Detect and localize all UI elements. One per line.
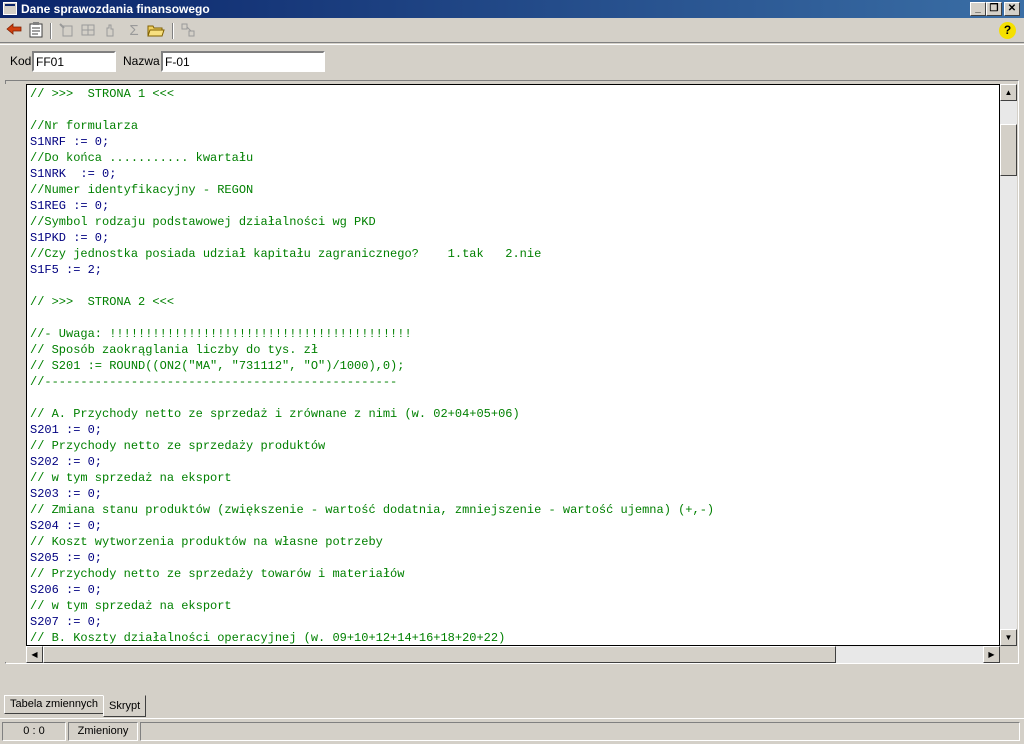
- code-line[interactable]: // >>> STRONA 2 <<<: [30, 294, 174, 310]
- code-line[interactable]: //- Uwaga: !!!!!!!!!!!!!!!!!!!!!!!!!!!!!…: [30, 326, 412, 342]
- back-arrow-icon[interactable]: [4, 22, 24, 40]
- code-line[interactable]: S1F5 := 2;: [30, 262, 102, 278]
- variables-icon[interactable]: [178, 22, 198, 40]
- app-window: Dane sprawozdania finansowego _ ❐ ✕ Σ ?: [0, 0, 1024, 744]
- toolbar: Σ ?: [0, 19, 1024, 43]
- window-icon[interactable]: [3, 2, 17, 15]
- code-line[interactable]: S206 := 0;: [30, 582, 102, 598]
- sigma-icon[interactable]: Σ: [124, 22, 144, 40]
- code-line[interactable]: //Nr formularza: [30, 118, 138, 134]
- code-line[interactable]: // Przychody netto ze sprzedaży towarów …: [30, 566, 404, 582]
- modified-status: Zmieniony: [68, 722, 138, 741]
- code-line[interactable]: // w tym sprzedaż na eksport: [30, 470, 232, 486]
- scroll-down-button[interactable]: ▼: [1000, 629, 1017, 646]
- window-title: Dane sprawozdania finansowego: [21, 2, 210, 16]
- code-line[interactable]: // A. Przychody netto ze sprzedaż i zrów…: [30, 406, 520, 422]
- minimize-button[interactable]: _: [970, 2, 986, 16]
- toolbar-separator: [50, 23, 52, 39]
- code-line[interactable]: //Czy jednostka posiada udział kapitału …: [30, 246, 541, 262]
- code-line[interactable]: //Do końca ........... kwartału: [30, 150, 253, 166]
- open-folder-icon[interactable]: [146, 22, 166, 40]
- code-line[interactable]: S1REG := 0;: [30, 198, 109, 214]
- code-line[interactable]: S203 := 0;: [30, 486, 102, 502]
- tab-skrypt[interactable]: Skrypt: [103, 695, 147, 717]
- scrollbar-corner: [1000, 646, 1017, 663]
- title-bar[interactable]: Dane sprawozdania finansowego _ ❐ ✕: [0, 0, 1024, 18]
- insert-icon[interactable]: [56, 22, 76, 40]
- scroll-up-button[interactable]: ▲: [1000, 84, 1017, 101]
- close-button[interactable]: ✕: [1004, 2, 1020, 16]
- notepad-icon[interactable]: [26, 22, 46, 40]
- vertical-scroll-thumb[interactable]: [1000, 124, 1017, 176]
- code-line[interactable]: // B. Koszty działalności operacyjnej (w…: [30, 630, 505, 645]
- code-line[interactable]: //Symbol rodzaju podstawowej działalnośc…: [30, 214, 376, 230]
- hand-icon[interactable]: [100, 22, 120, 40]
- code-line[interactable]: S207 := 0;: [30, 614, 102, 630]
- code-line[interactable]: //Numer identyfikacyjny - REGON: [30, 182, 253, 198]
- cursor-position: 0 : 0: [2, 722, 66, 741]
- code-line[interactable]: // w tym sprzedaż na eksport: [30, 598, 232, 614]
- code-line[interactable]: // S201 := ROUND((ON2("MA", "731112", "O…: [30, 358, 404, 374]
- code-line[interactable]: S1PKD := 0;: [30, 230, 109, 246]
- horizontal-scrollbar[interactable]: ◀ ▶: [26, 646, 1000, 663]
- scroll-left-button[interactable]: ◀: [26, 646, 43, 663]
- code-line[interactable]: S205 := 0;: [30, 550, 102, 566]
- grid-icon[interactable]: [78, 22, 98, 40]
- restore-button[interactable]: ❐: [986, 2, 1002, 16]
- code-line[interactable]: // Przychody netto ze sprzedaży produktó…: [30, 438, 325, 454]
- header-fields: Kod Nazwa: [0, 44, 1024, 76]
- code-line[interactable]: // Sposób zaokrąglania liczby do tys. zł: [30, 342, 318, 358]
- code-line[interactable]: S1NRK := 0;: [30, 166, 116, 182]
- code-line[interactable]: S1NRF := 0;: [30, 134, 109, 150]
- horizontal-scroll-thumb[interactable]: [43, 646, 836, 663]
- nazwa-label: Nazwa: [123, 54, 160, 68]
- code-line[interactable]: S202 := 0;: [30, 454, 102, 470]
- kod-input[interactable]: [32, 51, 116, 72]
- code-line[interactable]: // >>> STRONA 1 <<<: [30, 86, 174, 102]
- code-line[interactable]: S201 := 0;: [30, 422, 102, 438]
- status-bar: 0 : 0 Zmieniony: [0, 718, 1024, 744]
- editor-gutter: [5, 84, 25, 662]
- code-line[interactable]: // Zmiana stanu produktów (zwiększenie -…: [30, 502, 714, 518]
- help-icon[interactable]: ?: [999, 22, 1016, 39]
- kod-label: Kod: [10, 54, 32, 68]
- code-line[interactable]: // Koszt wytworzenia produktów na własne…: [30, 534, 383, 550]
- code-line[interactable]: //--------------------------------------…: [30, 374, 397, 390]
- script-editor[interactable]: // >>> STRONA 1 <<< //Nr formularza S1NRF …: [26, 84, 1000, 646]
- toolbar-separator: [172, 23, 174, 39]
- tab-bar: Tabela zmiennych Skrypt: [0, 690, 1024, 718]
- code-line[interactable]: S204 := 0;: [30, 518, 102, 534]
- status-empty-panel: [140, 722, 1020, 741]
- tab-tabela-zmiennych[interactable]: Tabela zmiennych: [4, 695, 105, 714]
- vertical-scrollbar[interactable]: ▲ ▼: [1000, 84, 1017, 646]
- nazwa-input[interactable]: [161, 51, 325, 72]
- scroll-right-button[interactable]: ▶: [983, 646, 1000, 663]
